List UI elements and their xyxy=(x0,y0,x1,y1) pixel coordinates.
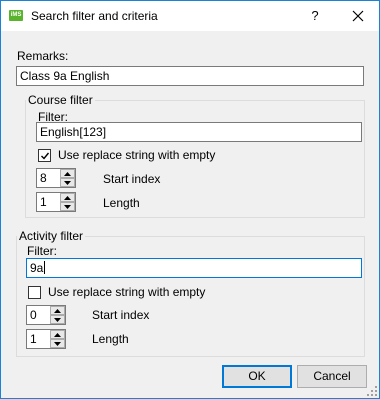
course-length-down-button[interactable] xyxy=(60,202,75,211)
window-title: Search filter and criteria xyxy=(31,9,158,23)
activity-filter-legend: Activity filter xyxy=(17,229,86,243)
course-length-spinner[interactable]: 1 xyxy=(36,192,76,212)
course-filter-input[interactable]: English[123] xyxy=(36,122,362,142)
arrow-down-icon xyxy=(64,181,71,185)
resize-grip-icon[interactable] xyxy=(367,386,377,396)
remarks-input[interactable]: Class 9a English xyxy=(16,66,364,86)
activity-length-value: 1 xyxy=(30,332,37,346)
close-icon xyxy=(352,10,364,22)
course-start-index-down-button[interactable] xyxy=(60,178,75,187)
activity-length-down-button[interactable] xyxy=(50,339,65,348)
title-bar[interactable]: iMS Search filter and criteria ? xyxy=(1,1,379,31)
activity-use-replace-checkbox[interactable] xyxy=(28,286,41,299)
activity-filter-value: 9a xyxy=(30,261,44,275)
course-use-replace-label: Use replace string with empty xyxy=(58,148,216,162)
arrow-down-icon xyxy=(64,205,71,209)
arrow-up-icon xyxy=(64,196,71,200)
arrow-up-icon xyxy=(54,309,61,313)
cancel-button[interactable]: Cancel xyxy=(297,365,367,388)
course-start-index-label: Start index xyxy=(103,172,161,186)
course-use-replace-checkbox[interactable] xyxy=(38,149,51,162)
remarks-label: Remarks: xyxy=(17,49,69,63)
course-start-index-spinner[interactable]: 8 xyxy=(36,168,76,188)
activity-start-index-down-button[interactable] xyxy=(50,315,65,324)
activity-start-index-up-button[interactable] xyxy=(50,306,65,315)
activity-start-index-value: 0 xyxy=(30,308,37,322)
help-button[interactable]: ? xyxy=(297,1,333,31)
activity-length-up-button[interactable] xyxy=(50,330,65,339)
course-filter-legend: Course filter xyxy=(26,93,95,107)
arrow-up-icon xyxy=(54,333,61,337)
app-icon: iMS xyxy=(9,10,23,21)
dialog-window: iMS Search filter and criteria ? Remarks… xyxy=(0,0,380,399)
activity-use-replace-label: Use replace string with empty xyxy=(48,285,206,299)
activity-length-label: Length xyxy=(92,332,129,346)
ok-button[interactable]: OK xyxy=(222,365,292,388)
activity-start-index-spinner[interactable]: 0 xyxy=(26,305,66,325)
text-caret xyxy=(44,261,46,274)
course-start-index-value: 8 xyxy=(40,171,47,185)
checkmark-icon xyxy=(41,152,50,160)
course-length-up-button[interactable] xyxy=(60,193,75,202)
arrow-down-icon xyxy=(54,318,61,322)
course-start-index-up-button[interactable] xyxy=(60,169,75,178)
close-button[interactable] xyxy=(337,1,379,31)
course-length-label: Length xyxy=(103,196,140,210)
activity-start-index-label: Start index xyxy=(92,308,150,322)
activity-length-spinner[interactable]: 1 xyxy=(26,329,66,349)
arrow-down-icon xyxy=(54,342,61,346)
course-length-value: 1 xyxy=(40,195,47,209)
activity-filter-input[interactable]: 9a xyxy=(26,258,362,278)
activity-filter-label: Filter: xyxy=(27,244,57,258)
arrow-up-icon xyxy=(64,172,71,176)
